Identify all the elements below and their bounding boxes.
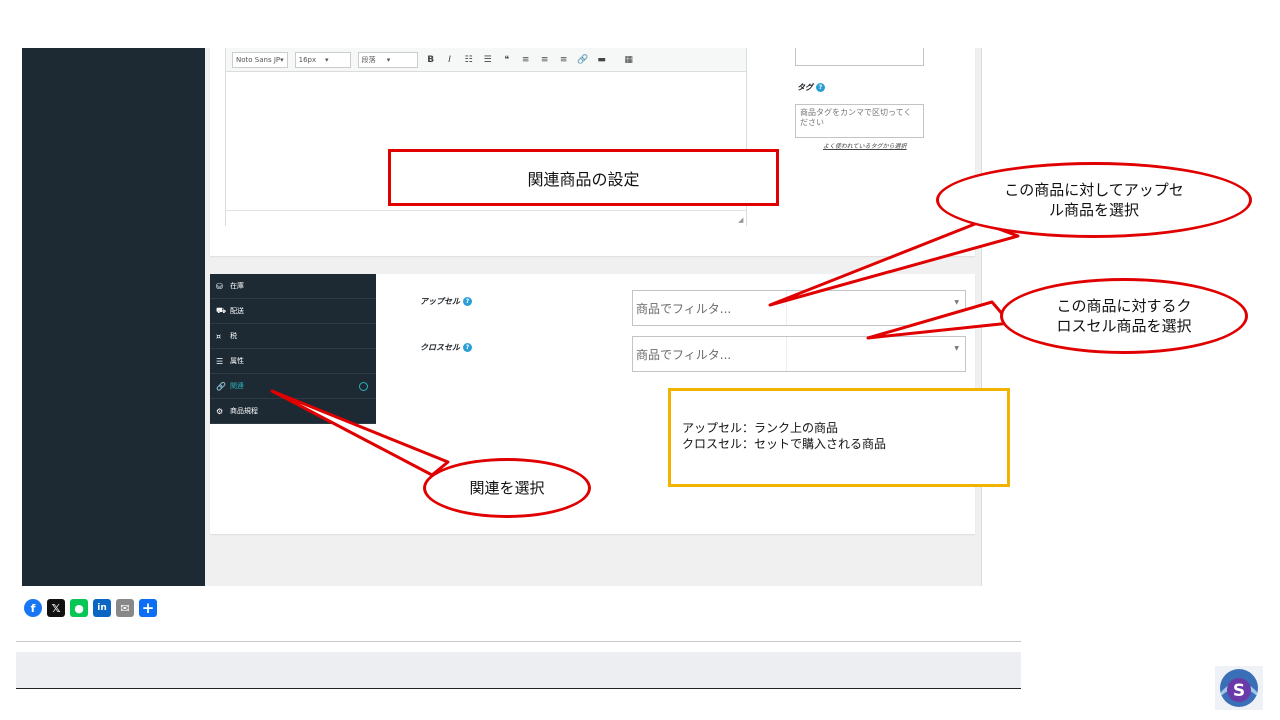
tab-arrow	[270, 389, 450, 477]
divider	[16, 688, 1021, 689]
title-callout: 関連商品の設定	[388, 149, 779, 206]
svg-text:S: S	[1233, 681, 1245, 701]
upsell-arrow	[768, 220, 1020, 307]
divider	[16, 641, 1021, 642]
explanation-note: アップセル：ランク上の商品 クロスセル：セットで購入される商品	[668, 388, 1010, 487]
upsell-callout: この商品に対してアップセル商品を選択	[936, 162, 1252, 238]
line-icon[interactable]: ●	[70, 599, 88, 617]
tab-callout: 関連を選択	[423, 458, 591, 518]
note-line: クロスセル：セットで購入される商品	[682, 437, 887, 451]
annotation-arrows	[270, 220, 1020, 477]
crosssell-callout: この商品に対するクロスセル商品を選択	[1000, 278, 1248, 354]
email-icon[interactable]: ✉	[116, 599, 134, 617]
share-buttons: f 𝕏 ● in ✉ +	[24, 599, 157, 617]
site-logo: S	[1215, 666, 1263, 710]
footer-bar	[16, 652, 1021, 688]
note-line: アップセル：ランク上の商品	[682, 421, 839, 435]
linkedin-icon[interactable]: in	[93, 599, 111, 617]
facebook-icon[interactable]: f	[24, 599, 42, 617]
x-icon[interactable]: 𝕏	[47, 599, 65, 617]
crosssell-arrow	[866, 300, 1012, 340]
share-more-icon[interactable]: +	[139, 599, 157, 617]
